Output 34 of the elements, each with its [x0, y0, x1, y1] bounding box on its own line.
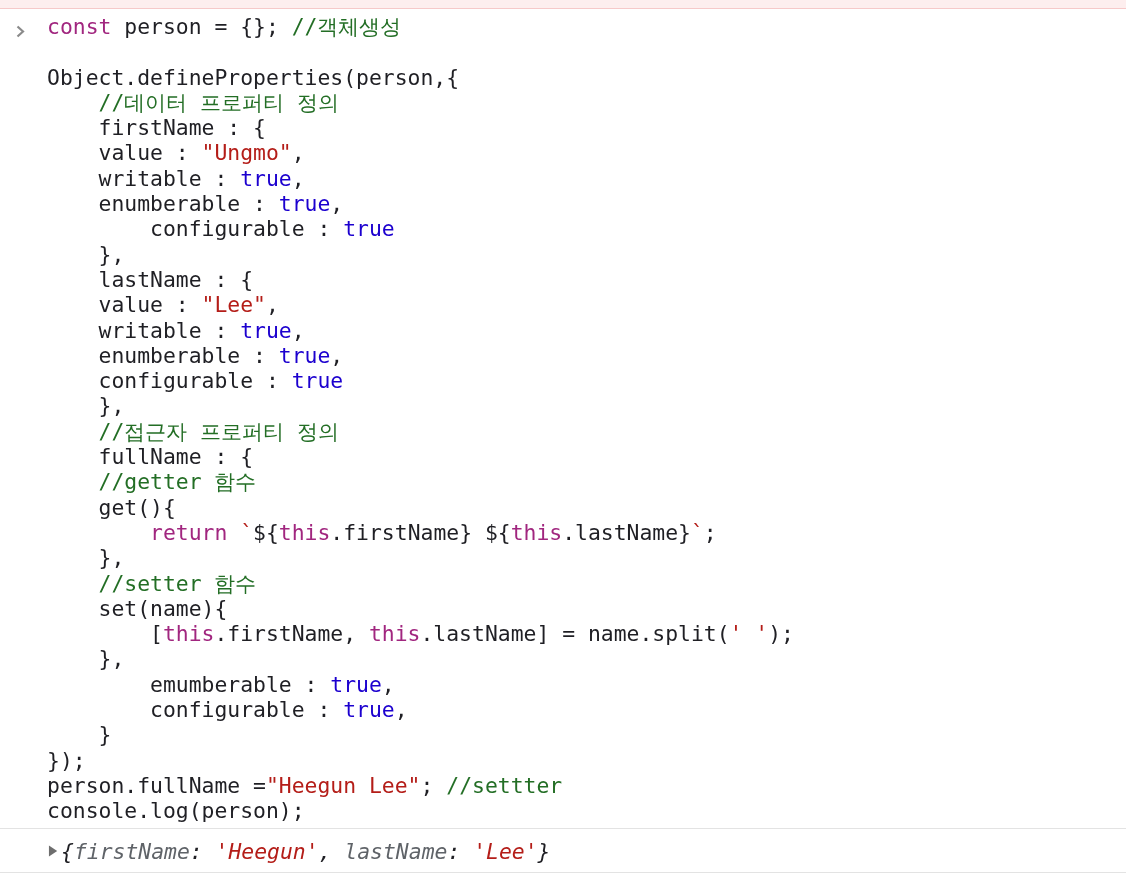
code-line: set(name){ [97, 595, 229, 622]
code-line: //접근자 프로퍼티 정의 [97, 418, 341, 445]
code-line: firstName : { [97, 115, 267, 141]
code-line: const person = {}; //객체생성 [47, 14, 403, 40]
code-line: }, [97, 393, 126, 419]
code-line: }, [97, 646, 126, 672]
expand-triangle-icon[interactable] [48, 845, 59, 857]
code-line: lastName : { [97, 266, 255, 293]
code-line: }); [47, 747, 87, 773]
code-line: writable : true, [97, 165, 306, 192]
code-line: } [97, 722, 113, 748]
code-line: }, [97, 241, 126, 267]
code-line: [this.firstName, this.lastName] = name.split(' '); [149, 621, 794, 647]
object-preview[interactable]: {firstName: 'Heegun', lastName: 'Lee'} [61, 838, 551, 864]
code-line: value : "Ungmo", [97, 140, 306, 166]
code-line: fullName : { [97, 444, 255, 470]
code-line: writable : true, [97, 317, 306, 343]
code-line: console.log(person); [47, 798, 306, 824]
code-line: configurable : true [149, 216, 396, 242]
code-line: configurable : true [97, 368, 345, 394]
code-line: //데이터 프로퍼티 정의 [97, 89, 341, 116]
prompt-chevron-icon [16, 24, 25, 38]
code-line: person.fullName ="Heegun Lee"; //settter [47, 772, 564, 799]
code-line: get(){ [97, 494, 177, 520]
code-line: //getter 함수 [97, 469, 258, 495]
code-line: }, [97, 545, 126, 571]
code-line: value : "Lee", [97, 292, 280, 318]
code-line: enumberable : true, [97, 191, 345, 217]
code-line: //setter 함수 [97, 570, 258, 596]
code-line: enumberable : true, [97, 342, 345, 369]
code-line: emumberable : true, [149, 671, 396, 697]
code-line: Object.defineProperties(person,{ [47, 64, 461, 90]
code-line: return `${this.firstName} ${this.lastName}`; [149, 519, 718, 546]
code-line: configurable : true, [149, 697, 409, 723]
